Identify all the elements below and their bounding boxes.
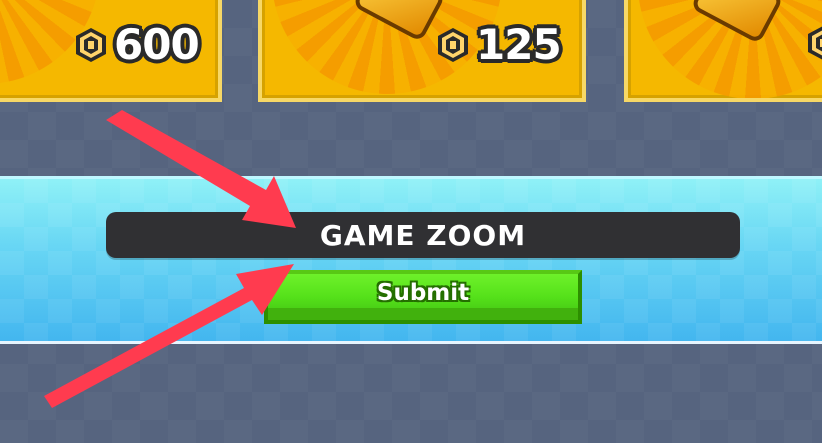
robux-icon bbox=[72, 26, 110, 64]
price-value: 600 bbox=[114, 20, 200, 69]
price-tag bbox=[804, 24, 822, 62]
shop-card-partial[interactable] bbox=[624, 0, 822, 102]
submit-button-label: Submit bbox=[376, 280, 470, 306]
game-zoom-label: GAME ZOOM bbox=[319, 218, 527, 252]
price-value: 125 bbox=[476, 20, 562, 69]
submit-button[interactable]: Submit bbox=[264, 270, 582, 324]
game-zoom-label-bar: GAME ZOOM bbox=[106, 212, 740, 258]
price-tag: 125 bbox=[434, 20, 562, 69]
robux-icon bbox=[804, 24, 822, 62]
price-tag: 600 bbox=[72, 20, 200, 69]
robux-icon bbox=[434, 26, 472, 64]
shop-card-125[interactable]: 125 bbox=[258, 0, 586, 102]
shop-card-600[interactable]: 600 bbox=[0, 0, 222, 102]
